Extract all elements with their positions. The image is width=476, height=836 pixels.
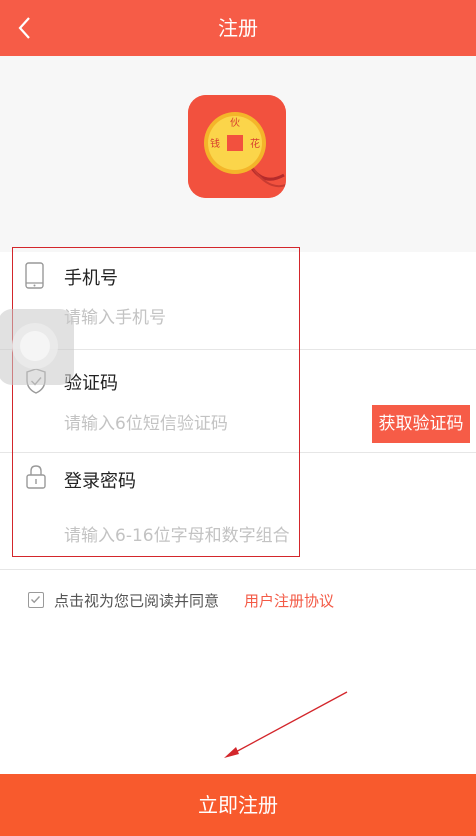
divider: [0, 569, 476, 570]
coin-char-left: 钱: [210, 137, 220, 150]
coin-char-top: 伙: [230, 117, 240, 129]
get-code-button[interactable]: 获取验证码: [372, 405, 470, 443]
logo-area: 伙 钱 花: [0, 56, 476, 252]
page-title: 注册: [218, 16, 258, 40]
app-logo: 伙 钱 花: [188, 95, 286, 198]
coin-char-right: 花: [250, 137, 260, 150]
agreement-link[interactable]: 用户注册协议: [244, 590, 334, 612]
annotation-highlight-box: [12, 247, 300, 557]
assistive-dot: [20, 331, 50, 361]
agreement-text: 点击视为您已阅读并同意: [54, 592, 220, 610]
agree-checkbox[interactable]: [28, 592, 44, 608]
agreement-row: 点击视为您已阅读并同意 用户注册协议: [28, 590, 348, 612]
floating-assistive-button[interactable]: [0, 309, 74, 385]
header-bar: 注册: [0, 0, 476, 56]
register-button[interactable]: 立即注册: [0, 774, 476, 836]
